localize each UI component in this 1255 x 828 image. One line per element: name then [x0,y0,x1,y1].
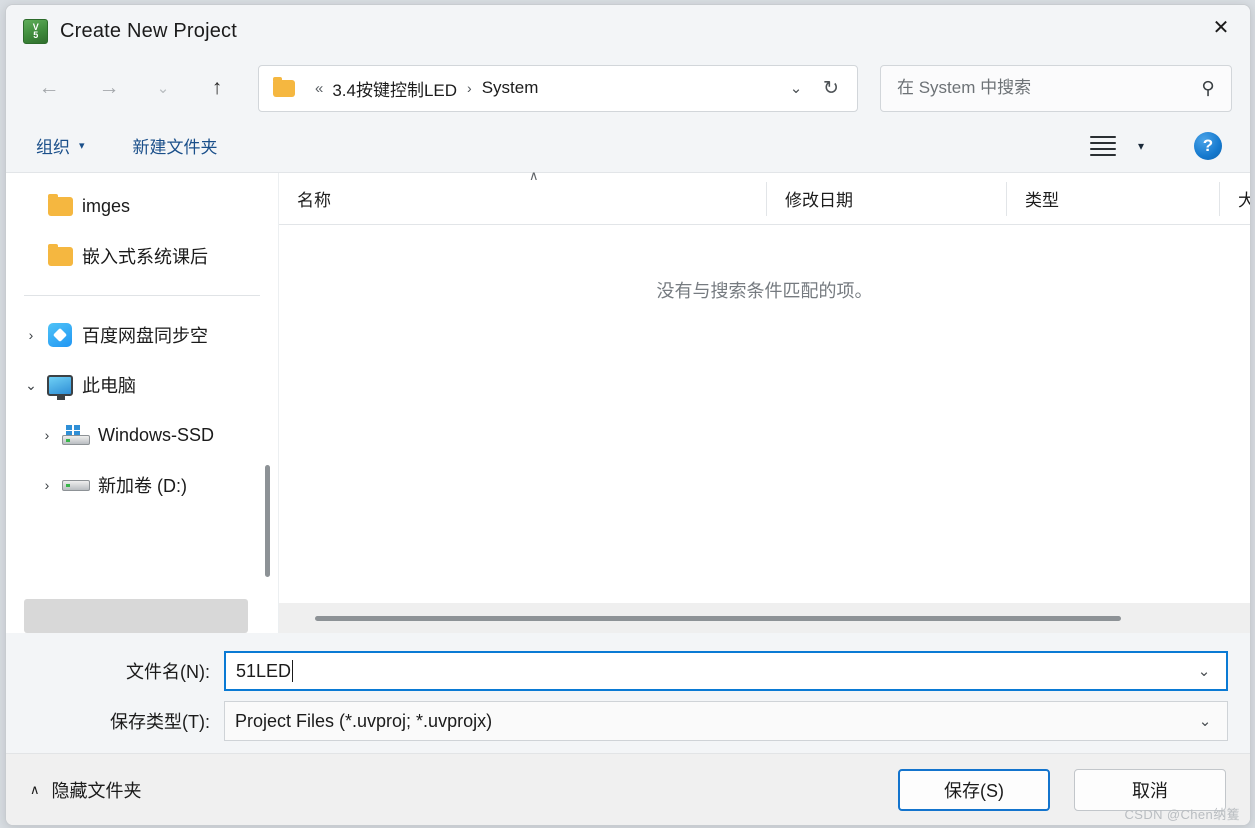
breadcrumb-overflow[interactable]: « [315,80,323,97]
sidebar-item-this-pc[interactable]: ⌄ 此电脑 [6,360,278,410]
title-bar: V5 Create New Project ✕ [6,5,1250,57]
column-header-name-label: 名称 [297,191,331,210]
chevron-down-icon[interactable]: ⌄ [781,70,811,106]
chevron-right-icon: › [18,198,44,214]
column-header-type[interactable]: 类型 [1006,181,1219,216]
filetype-label: 保存类型(T): [110,712,210,732]
forward-button[interactable]: → [90,69,128,107]
folder-tree: › imges › 嵌入式系统课后 › 百度网盘同步空 ⌄ [6,173,278,510]
column-header-row: 名称 ∧ 修改日期 类型 大小 [279,168,1250,225]
chevron-right-icon[interactable]: › [18,327,44,343]
save-button[interactable]: 保存(S) [898,768,1050,811]
drive-icon [60,479,92,491]
breadcrumb-item-0[interactable]: 3.4按键控制LED [332,76,457,101]
command-bar: 组织 ▾ 新建文件夹 ▾ ? [6,119,1250,173]
uvision5-icon-glyph: V5 [32,22,39,40]
sidebar-item-windows-ssd[interactable]: › Windows-SSD [6,410,278,460]
chevron-down-icon[interactable]: ⌄ [1188,656,1220,686]
empty-list-message: 没有与搜索条件匹配的项。 [656,281,873,301]
breadcrumb-item-1[interactable]: System [482,78,539,98]
navigation-bar: ← → ⌄ ↑ « 3.4按键控制LED › System ⌄ ↻ ⚲ [6,57,1250,119]
search-input[interactable] [897,78,1195,98]
create-new-project-dialog: V5 Create New Project ✕ ← → ⌄ ↑ « 3.4按键控… [5,4,1251,826]
sidebar-item-label: 此电脑 [82,376,136,396]
new-folder-button[interactable]: 新建文件夹 [133,133,218,158]
recent-locations-button[interactable]: ⌄ [144,69,182,107]
sidebar-item-label: 嵌入式系统课后 [82,247,208,267]
help-icon[interactable]: ? [1194,131,1222,160]
sidebar-scrollbar-thumb[interactable] [265,465,270,577]
hide-folders-label: 隐藏文件夹 [51,780,142,801]
this-pc-icon [44,374,76,400]
watermark: CSDN @Chen纳籆 [1124,807,1240,822]
refresh-icon[interactable]: ↻ [811,70,851,106]
filetype-select[interactable]: Project Files (*.uvproj; *.uvprojx) ⌄ [224,701,1228,741]
sidebar-item-baidu-netdisk[interactable]: › 百度网盘同步空 [6,310,278,360]
column-header-date[interactable]: 修改日期 [766,181,1006,216]
search-icon: ⚲ [1201,77,1215,98]
filename-value: 51LED [236,660,292,681]
column-header-name[interactable]: 名称 ∧ [279,168,766,216]
filename-value-wrap: 51LED [236,660,1188,682]
chevron-right-icon: › [18,248,44,264]
chevron-right-icon[interactable]: › [34,427,60,443]
ssd-drive-icon [60,425,92,445]
sidebar-item-label: Windows-SSD [98,424,215,445]
sidebar-item-label: 新加卷 (D:) [98,476,187,496]
search-box[interactable]: ⚲ [880,64,1232,112]
hide-folders-button[interactable]: ∧ 隐藏文件夹 [30,777,142,803]
chevron-up-icon: ∧ [30,781,40,797]
sidebar-divider [24,295,260,296]
save-form: 文件名(N): 51LED ⌄ 保存类型(T): Project Files (… [6,633,1250,753]
view-options-icon[interactable] [1089,135,1116,156]
sidebar-selected-row[interactable] [24,599,248,633]
back-button[interactable]: ← [30,69,68,107]
filetype-row: 保存类型(T): Project Files (*.uvproj; *.uvpr… [28,699,1228,743]
breadcrumb-separator: › [467,80,472,96]
baidu-netdisk-icon [44,323,76,347]
sidebar-item-new-volume-d[interactable]: › 新加卷 (D:) [6,460,278,510]
navigation-pane: › imges › 嵌入式系统课后 › 百度网盘同步空 ⌄ [6,173,279,633]
organize-label: 组织 [36,138,70,157]
breadcrumb: « 3.4按键控制LED › System [306,76,781,101]
address-bar[interactable]: « 3.4按键控制LED › System ⌄ ↻ [258,64,858,112]
sidebar-item-imges[interactable]: › imges [6,181,278,231]
folder-icon [44,243,76,266]
filename-label: 文件名(N): [126,662,210,682]
sidebar-item-label: 百度网盘同步空 [82,326,208,346]
text-cursor [292,660,294,682]
column-header-size[interactable]: 大小 [1219,181,1250,216]
chevron-down-icon[interactable]: ⌄ [18,377,44,394]
up-button[interactable]: ↑ [198,69,236,107]
file-list-horizontal-scrollbar[interactable] [279,603,1250,633]
sidebar-item-embedded-course[interactable]: › 嵌入式系统课后 [6,231,278,281]
folder-icon [273,76,295,97]
filename-input[interactable]: 51LED ⌄ [224,651,1228,691]
chevron-down-icon[interactable]: ⌄ [1189,706,1221,736]
chevron-right-icon[interactable]: › [34,477,60,493]
folder-icon [44,193,76,216]
file-list-pane: 名称 ∧ 修改日期 类型 大小 没有与搜索条件匹配的项。 [279,168,1250,633]
horizontal-scrollbar-thumb[interactable] [315,615,1121,621]
window-title: Create New Project [60,19,237,42]
filetype-value: Project Files (*.uvproj; *.uvprojx) [235,710,493,731]
dialog-body: › imges › 嵌入式系统课后 › 百度网盘同步空 ⌄ [6,168,1250,633]
dialog-footer: ∧ 隐藏文件夹 保存(S) 取消 CSDN @Chen纳籆 [6,753,1250,825]
close-icon[interactable]: ✕ [1192,5,1250,50]
chevron-down-icon[interactable]: ▾ [1138,139,1144,153]
filename-row: 文件名(N): 51LED ⌄ [28,649,1228,693]
organize-button[interactable]: 组织 ▾ [36,133,85,158]
uvision5-icon: V5 [23,18,48,44]
chevron-down-icon: ▾ [79,140,85,152]
sidebar-item-label: imges [82,195,131,216]
sort-ascending-icon: ∧ [529,167,539,183]
